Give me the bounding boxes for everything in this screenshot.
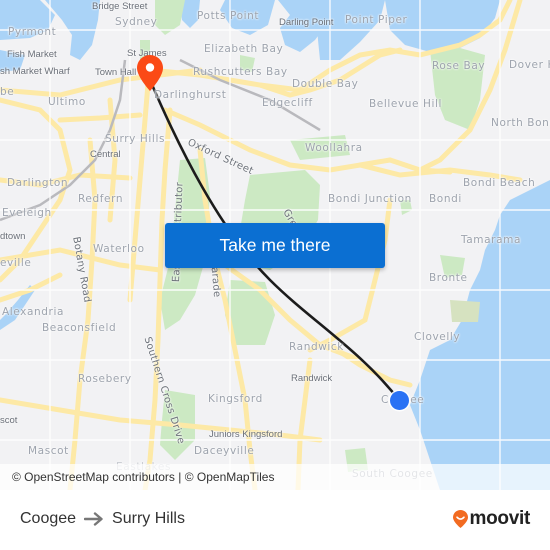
label-bondi-junction: Bondi Junction xyxy=(328,193,412,205)
origin-marker[interactable] xyxy=(388,389,411,417)
label-mascot-station: scot xyxy=(0,415,18,426)
label-rosebery: Rosebery xyxy=(78,373,132,385)
label-darlinghurst: Darlinghurst xyxy=(154,89,227,101)
label-bellevue-hill: Bellevue Hill xyxy=(369,98,443,110)
waverley-cemetery xyxy=(450,300,480,322)
label-dover-heights: Dover H xyxy=(509,59,550,71)
label-rushcutters-bay: Rushcutters Bay xyxy=(193,66,288,78)
origin-name: Coogee xyxy=(20,510,77,527)
label-sydney: Sydney xyxy=(115,16,158,28)
label-edgecliff: Edgecliff xyxy=(262,97,313,109)
road-elizabeth xyxy=(127,57,153,303)
label-mascot: Mascot xyxy=(28,445,69,457)
rose-bay-water xyxy=(385,0,500,52)
label-elizabeth-bay: Elizabeth Bay xyxy=(204,43,284,55)
label-daceyville: Daceyville xyxy=(194,445,255,457)
label-waterloo: Waterloo xyxy=(93,243,145,255)
label-kingsford: Kingsford xyxy=(208,393,263,405)
map-attribution: © OpenStreetMap contributors | © OpenMap… xyxy=(0,464,550,490)
take-me-there-button[interactable]: Take me there xyxy=(165,223,385,268)
map-pin-icon xyxy=(137,55,163,91)
label-bridge-street: Bridge Street xyxy=(92,1,148,12)
label-randwick-suburb: Randwick xyxy=(289,341,344,353)
label-macdonaldtown: dtown xyxy=(0,231,26,242)
attribution-text[interactable]: © OpenStreetMap contributors | © OpenMap… xyxy=(12,470,274,484)
label-bondi: Bondi xyxy=(429,193,462,205)
footer-bar: Coogee Surry Hills moovit xyxy=(0,490,550,550)
label-darling-point: Darling Point xyxy=(279,17,334,28)
label-beaconsfield: Beaconsfield xyxy=(42,322,117,334)
label-surry-hills: Surry Hills xyxy=(105,133,166,145)
label-darlington: Darlington xyxy=(7,177,69,189)
destination-marker[interactable] xyxy=(137,55,163,96)
label-central: Central xyxy=(90,149,121,160)
label-alexandria: Alexandria xyxy=(2,306,65,318)
map-view[interactable]: Bridge Street Sydney Potts Point Darling… xyxy=(0,0,550,490)
route-title: Coogee Surry Hills xyxy=(20,510,185,528)
label-clovelly: Clovelly xyxy=(414,331,461,343)
label-north-bondi: North Bond xyxy=(491,117,550,129)
label-bondi-beach: Bondi Beach xyxy=(463,177,536,189)
brand-name: moovit xyxy=(469,508,531,529)
label-bronte: Bronte xyxy=(429,272,468,284)
origin-dot-icon xyxy=(388,389,411,412)
label-glebe: be xyxy=(0,86,15,98)
moovit-pin-icon xyxy=(452,510,468,528)
label-randwick-poi: Randwick xyxy=(291,373,333,384)
label-pyrmont: Pyrmont xyxy=(8,26,57,38)
label-rose-bay: Rose Bay xyxy=(432,60,486,72)
road-broadway xyxy=(57,112,143,123)
label-potts-point: Potts Point xyxy=(197,10,260,22)
label-juniors-kingsford: Juniors Kingsford xyxy=(209,429,283,440)
label-point-piper: Point Piper xyxy=(345,14,408,26)
label-woollahra: Woollahra xyxy=(305,142,363,154)
label-erskineville: eville xyxy=(0,257,32,269)
label-fish-market: Fish Market xyxy=(7,49,57,60)
label-fish-market-wharf: sh Market Wharf xyxy=(0,66,70,77)
moovit-logo[interactable]: moovit xyxy=(452,508,531,530)
label-tamarama: Tamarama xyxy=(461,234,521,246)
arrow-right-icon xyxy=(84,512,104,526)
label-redfern: Redfern xyxy=(78,193,124,205)
label-double-bay: Double Bay xyxy=(292,78,359,90)
label-eveleigh: Eveleigh xyxy=(2,207,52,219)
destination-name: Surry Hills xyxy=(112,510,185,527)
label-town-hall: Town Hall xyxy=(95,67,137,78)
label-ultimo: Ultimo xyxy=(48,96,86,108)
